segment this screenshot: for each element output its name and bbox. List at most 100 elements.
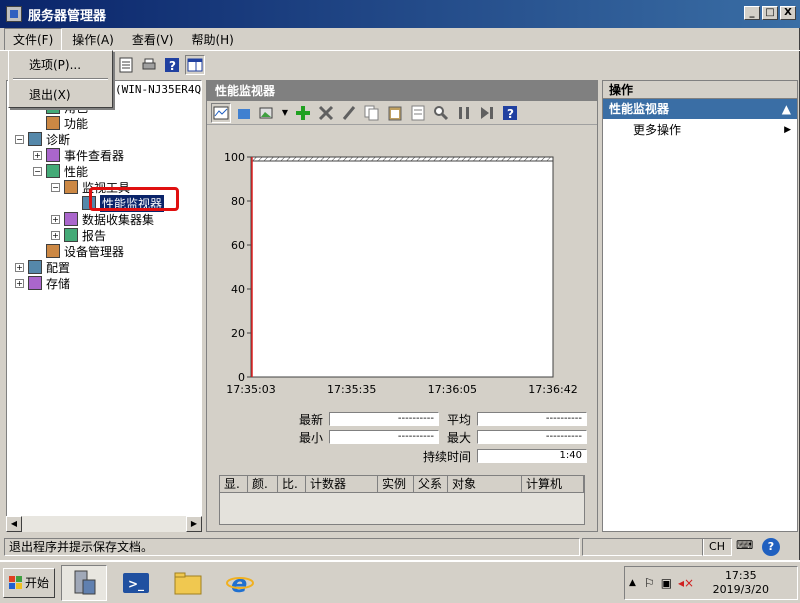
svg-text:?: ? bbox=[507, 107, 514, 121]
y-tick-label: 40 bbox=[231, 283, 245, 296]
server-manager-icon bbox=[6, 6, 22, 22]
tree-node[interactable]: 功能 bbox=[33, 115, 88, 131]
tree-expander-icon[interactable]: − bbox=[15, 134, 24, 144]
clock[interactable]: 17:35 2019/3/20 bbox=[713, 569, 769, 597]
file-menu-dropdown: 选项(P)... 退出(X) bbox=[8, 50, 113, 108]
maximize-button[interactable]: □ bbox=[762, 6, 778, 20]
taskbar-explorer[interactable] bbox=[165, 565, 211, 601]
monitor-help-icon[interactable]: ? bbox=[500, 103, 520, 123]
tree-node[interactable]: + 存储 bbox=[15, 275, 70, 291]
delete-counter-icon[interactable] bbox=[316, 103, 336, 123]
menu-file[interactable]: 文件(F) bbox=[4, 27, 63, 51]
tree-node[interactable]: 设备管理器 bbox=[33, 243, 124, 259]
col-instance[interactable]: 实例 bbox=[378, 476, 414, 492]
tree-node[interactable]: − 诊断 bbox=[15, 131, 70, 147]
highlight-icon[interactable] bbox=[339, 103, 359, 123]
counter-list[interactable]: 显. 颜. 比. 计数器 实例 父系 对象 计算机 bbox=[219, 475, 585, 525]
menu-item-exit[interactable]: 退出(X) bbox=[11, 83, 110, 105]
tree-horizontal-scrollbar[interactable]: ◀ ▶ bbox=[6, 516, 202, 532]
tree-node-icon bbox=[64, 180, 78, 194]
network-icon[interactable]: ▣ bbox=[661, 576, 672, 590]
highlight-box bbox=[89, 187, 179, 211]
tree-node[interactable]: − 性能 bbox=[33, 163, 88, 179]
title-bar[interactable]: 服务器管理器 _ □ X bbox=[0, 0, 800, 28]
actions-section-title: 性能监视器 bbox=[609, 102, 670, 116]
menu-item-options[interactable]: 选项(P)... bbox=[11, 53, 110, 75]
scroll-left-button[interactable]: ◀ bbox=[6, 516, 22, 532]
tree-node[interactable]: + 报告 bbox=[51, 227, 106, 243]
close-button[interactable]: X bbox=[780, 6, 796, 20]
server-root-node[interactable]: (WIN-NJ35ER4QCJ bbox=[113, 81, 201, 99]
tree-expander-icon[interactable]: + bbox=[51, 214, 60, 224]
view-histogram-icon[interactable] bbox=[234, 103, 254, 123]
tree-expander-icon[interactable]: + bbox=[33, 150, 42, 160]
freeze-display-icon[interactable] bbox=[454, 103, 474, 123]
view-graph-icon[interactable] bbox=[211, 102, 231, 123]
actions-header: 操作 bbox=[603, 81, 797, 99]
clock-time: 17:35 bbox=[724, 569, 757, 582]
plot-area bbox=[250, 156, 554, 378]
tree-node[interactable]: + 事件查看器 bbox=[33, 147, 124, 163]
update-data-icon[interactable] bbox=[477, 103, 497, 123]
scroll-right-button[interactable]: ▶ bbox=[186, 516, 202, 532]
submenu-arrow-icon: ▶ bbox=[784, 125, 791, 135]
flag-icon[interactable]: ⚐ bbox=[644, 576, 655, 590]
language-indicator[interactable]: CH bbox=[702, 538, 732, 556]
tree-expander-icon[interactable]: + bbox=[51, 230, 60, 240]
tree-expander-icon[interactable]: + bbox=[15, 262, 24, 272]
windows-logo-icon bbox=[8, 575, 22, 589]
taskbar-ie[interactable]: e bbox=[217, 565, 263, 601]
actions-pane: 操作 性能监视器 ▲ 更多操作 ▶ bbox=[602, 80, 798, 532]
change-graph-type-icon[interactable] bbox=[257, 103, 277, 123]
main-toolbar: ? bbox=[0, 50, 800, 78]
properties-icon[interactable] bbox=[116, 55, 136, 75]
duration-label: 持续时间 bbox=[423, 449, 472, 464]
col-computer[interactable]: 计算机 bbox=[522, 476, 584, 492]
volume-muted-icon[interactable]: ◂× bbox=[678, 576, 694, 590]
maximum-value: ---------- bbox=[477, 430, 587, 444]
taskbar-server-manager[interactable] bbox=[61, 564, 107, 601]
col-counter[interactable]: 计数器 bbox=[306, 476, 378, 492]
tree-expander-icon[interactable]: − bbox=[51, 182, 60, 192]
monitor-toolbar: ▼ ? bbox=[207, 101, 597, 125]
tree-node-icon bbox=[28, 132, 42, 146]
dropdown-arrow-icon[interactable]: ▼ bbox=[280, 103, 290, 123]
col-scale[interactable]: 比. bbox=[278, 476, 306, 492]
tree-expander-icon[interactable]: + bbox=[15, 278, 24, 288]
collapse-arrow-icon[interactable]: ▲ bbox=[782, 99, 791, 119]
show-hidden-icons-icon[interactable]: ▲ bbox=[629, 578, 636, 588]
actions-section[interactable]: 性能监视器 ▲ bbox=[603, 99, 797, 119]
tree-node-icon bbox=[28, 276, 42, 290]
range-band bbox=[250, 156, 554, 162]
tree-node-label: 性能 bbox=[64, 164, 89, 179]
menu-help[interactable]: 帮助(H) bbox=[183, 29, 241, 50]
tree-node-label: 报告 bbox=[82, 228, 107, 243]
menu-view[interactable]: 查看(V) bbox=[124, 29, 182, 50]
menu-action[interactable]: 操作(A) bbox=[64, 29, 122, 50]
language-help-icon[interactable]: ? bbox=[762, 538, 780, 556]
performance-graph[interactable]: 02040608010017:35:03 17:35:35 17:36:05 17:3… bbox=[207, 127, 599, 455]
tree-expander-icon[interactable]: − bbox=[33, 166, 42, 176]
taskbar-powershell[interactable]: >_ bbox=[113, 565, 159, 601]
minimize-button[interactable]: _ bbox=[744, 6, 760, 20]
paste-counter-list-icon[interactable] bbox=[385, 103, 405, 123]
latest-label: 最新 bbox=[299, 412, 324, 427]
zoom-icon[interactable] bbox=[431, 103, 451, 123]
tree-node[interactable]: + 数据收集器集 bbox=[51, 211, 154, 227]
copy-properties-icon[interactable] bbox=[362, 103, 382, 123]
col-show[interactable]: 显. bbox=[220, 476, 248, 492]
average-value: ---------- bbox=[477, 412, 587, 426]
col-object[interactable]: 对象 bbox=[448, 476, 522, 492]
properties-page-icon[interactable] bbox=[408, 103, 428, 123]
tree-node[interactable]: + 配置 bbox=[15, 259, 70, 275]
show-hide-pane-icon[interactable] bbox=[185, 54, 205, 75]
more-actions-item[interactable]: 更多操作 ▶ bbox=[603, 119, 797, 141]
col-parent[interactable]: 父系 bbox=[414, 476, 448, 492]
keyboard-icon[interactable]: ⌨ bbox=[736, 538, 756, 556]
print-icon[interactable] bbox=[139, 55, 159, 75]
help-icon[interactable]: ? bbox=[162, 55, 182, 75]
tree-node-label: 诊断 bbox=[46, 132, 71, 147]
col-color[interactable]: 颜. bbox=[248, 476, 278, 492]
add-counter-icon[interactable] bbox=[293, 103, 313, 123]
start-button[interactable]: 开始 bbox=[3, 567, 55, 598]
